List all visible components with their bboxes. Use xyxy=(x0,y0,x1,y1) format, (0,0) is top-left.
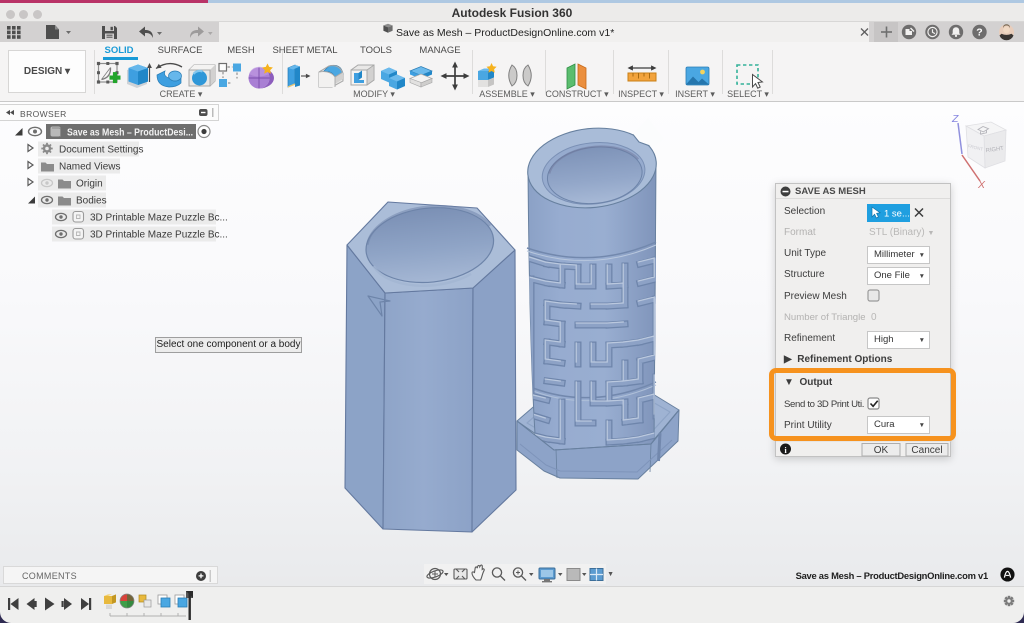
svg-text:OK: OK xyxy=(874,445,889,456)
svg-text:Document Settings: Document Settings xyxy=(59,145,144,156)
svg-text:Cancel: Cancel xyxy=(911,445,942,456)
svg-text:1 se...: 1 se... xyxy=(884,209,910,220)
svg-text:Bodies: Bodies xyxy=(76,196,107,207)
svg-text:Named Views: Named Views xyxy=(59,162,121,173)
svg-text:Origin: Origin xyxy=(76,179,103,190)
svg-text:?: ? xyxy=(976,27,982,39)
svg-text:Save as Mesh – ProductDesi...: Save as Mesh – ProductDesi... xyxy=(67,128,193,139)
svg-text:3D Printable Maze Puzzle Bc...: 3D Printable Maze Puzzle Bc... xyxy=(90,213,228,224)
svg-text:3D Printable Maze Puzzle Bc...: 3D Printable Maze Puzzle Bc... xyxy=(90,230,228,241)
svg-text:X: X xyxy=(977,179,986,191)
